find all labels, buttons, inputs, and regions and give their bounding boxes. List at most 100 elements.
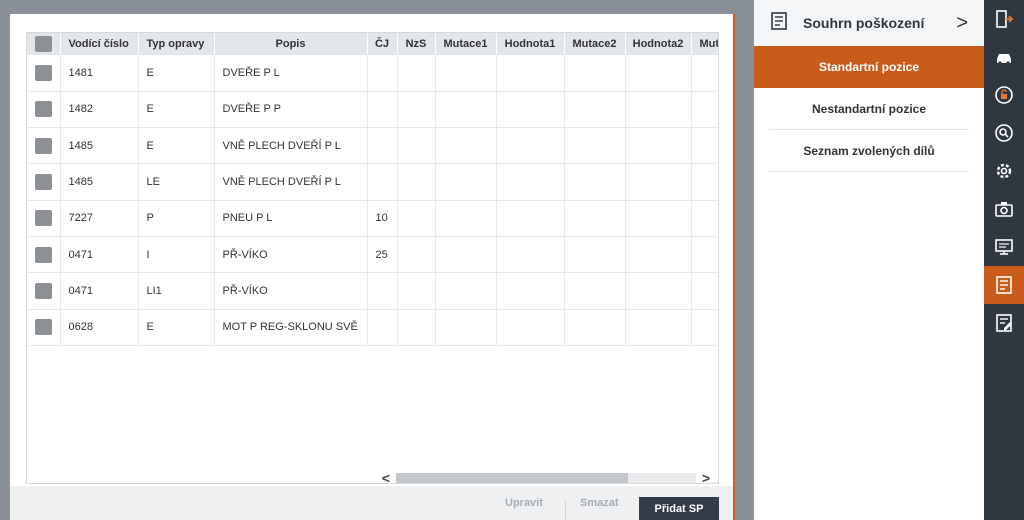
- damage-summary-icon[interactable]: [984, 266, 1024, 304]
- cell-nzs: [397, 272, 436, 310]
- cell-popis: VNĚ PLECH DVEŘÍ P L: [214, 127, 368, 165]
- cell-typ-opravy: I: [138, 236, 215, 274]
- column-header[interactable]: Hodnota1: [496, 33, 565, 55]
- table-row[interactable]: 7227 P PNEU P L 10: [27, 200, 718, 237]
- column-header[interactable]: ČJ: [367, 33, 398, 55]
- edit-button[interactable]: Upravit: [505, 497, 543, 509]
- damage-summary-panel: Souhrn poškození > Standartní pozice Nes…: [754, 0, 984, 520]
- cell-vodici-cislo: 1481: [60, 55, 139, 92]
- cell-vodici-cislo: 0471: [60, 236, 139, 274]
- row-checkbox[interactable]: [27, 272, 61, 310]
- cell-hodnota2: [625, 91, 692, 129]
- column-header[interactable]: Mutace2: [564, 33, 626, 55]
- cell-mutace2: [564, 163, 626, 201]
- column-header[interactable]: Typ opravy: [138, 33, 215, 55]
- cell-nzs: [397, 200, 436, 237]
- cell-nzs: [397, 91, 436, 129]
- table-row[interactable]: 0628 E MOT P REG-SKLONU SVĚ: [27, 309, 718, 346]
- delete-button[interactable]: Smazat: [580, 497, 619, 509]
- cell-cj: [367, 272, 398, 310]
- exit-icon[interactable]: [984, 0, 1024, 38]
- table-header-row: Vodící číslo Typ opravy Popis ČJ NzS Mut…: [27, 33, 718, 55]
- horizontal-scrollbar[interactable]: < >: [376, 469, 718, 483]
- cell-mutace3: [691, 91, 718, 129]
- cell-cj: 25: [367, 236, 398, 274]
- cell-popis: DVEŘE P P: [214, 91, 368, 129]
- cell-typ-opravy: LE: [138, 163, 215, 201]
- camera-icon[interactable]: [984, 190, 1024, 228]
- table-row[interactable]: 1482 E DVEŘE P P: [27, 91, 718, 129]
- table-row[interactable]: 1481 E DVEŘE P L: [27, 55, 718, 92]
- cell-hodnota2: [625, 163, 692, 201]
- column-header[interactable]: Mutace1: [435, 33, 497, 55]
- cell-popis: PŘ-VÍKO: [214, 272, 368, 310]
- row-checkbox[interactable]: [27, 309, 61, 346]
- search-icon[interactable]: [984, 114, 1024, 152]
- cell-mutace2: [564, 236, 626, 274]
- panel-header[interactable]: Souhrn poškození >: [754, 0, 984, 46]
- cell-mutace3: [691, 55, 718, 92]
- cell-popis: DVEŘE P L: [214, 55, 368, 92]
- scroll-left-icon[interactable]: <: [378, 470, 394, 483]
- cell-mutace3: [691, 272, 718, 310]
- row-checkbox[interactable]: [27, 55, 61, 92]
- scroll-thumb[interactable]: [396, 473, 628, 483]
- cell-mutace1: [435, 236, 497, 274]
- scroll-right-icon[interactable]: >: [698, 470, 714, 483]
- menu-item-nonstandard[interactable]: Nestandartní pozice: [754, 88, 984, 130]
- cell-mutace1: [435, 163, 497, 201]
- cell-popis: MOT P REG-SKLONU SVĚ: [214, 309, 368, 346]
- cell-mutace3: [691, 309, 718, 346]
- positions-grid: Vodící číslo Typ opravy Popis ČJ NzS Mut…: [26, 32, 719, 484]
- table-row[interactable]: 1485 E VNĚ PLECH DVEŘÍ P L: [27, 127, 718, 165]
- positions-dialog: Vodící číslo Typ opravy Popis ČJ NzS Mut…: [10, 14, 735, 520]
- cell-hodnota1: [496, 91, 565, 129]
- background-sketch: [734, 300, 754, 500]
- cell-mutace1: [435, 91, 497, 129]
- column-header[interactable]: NzS: [397, 33, 436, 55]
- table-row[interactable]: 1485 LE VNĚ PLECH DVEŘÍ P L: [27, 163, 718, 201]
- column-header[interactable]: Popis: [214, 33, 368, 55]
- cell-nzs: [397, 309, 436, 346]
- table-row[interactable]: 0471 LI1 PŘ-VÍKO: [27, 272, 718, 310]
- chevron-right-icon[interactable]: >: [956, 12, 968, 35]
- select-all-checkbox[interactable]: [27, 33, 61, 55]
- cell-mutace3: [691, 127, 718, 165]
- dialog-footer: Upravit Smazat Přidat SP: [10, 486, 733, 520]
- row-checkbox[interactable]: [27, 236, 61, 274]
- cell-hodnota2: [625, 127, 692, 165]
- cell-typ-opravy: E: [138, 309, 215, 346]
- cell-hodnota1: [496, 127, 565, 165]
- damage-summary-icon: [770, 11, 790, 36]
- cell-cj: 10: [367, 200, 398, 237]
- cell-hodnota1: [496, 55, 565, 92]
- column-header[interactable]: Hodnota2: [625, 33, 692, 55]
- row-checkbox[interactable]: [27, 200, 61, 237]
- monitor-icon[interactable]: [984, 228, 1024, 266]
- menu-item-standard[interactable]: Standartní pozice: [754, 46, 984, 88]
- edit-list-icon[interactable]: [984, 304, 1024, 342]
- cell-cj: [367, 309, 398, 346]
- table-row[interactable]: 0471 I PŘ-VÍKO 25: [27, 236, 718, 274]
- lock-icon[interactable]: [984, 76, 1024, 114]
- menu-item-selected-parts[interactable]: Seznam zvolených dílů: [754, 130, 984, 172]
- row-checkbox[interactable]: [27, 91, 61, 129]
- cell-mutace2: [564, 309, 626, 346]
- cell-hodnota1: [496, 309, 565, 346]
- cell-vodici-cislo: 1485: [60, 163, 139, 201]
- cell-mutace2: [564, 200, 626, 237]
- cell-hodnota2: [625, 272, 692, 310]
- car-icon[interactable]: [984, 38, 1024, 76]
- gear-icon[interactable]: [984, 152, 1024, 190]
- cell-nzs: [397, 236, 436, 274]
- cell-popis: PŘ-VÍKO: [214, 236, 368, 274]
- column-header[interactable]: Mut: [691, 33, 718, 55]
- row-checkbox[interactable]: [27, 163, 61, 201]
- row-checkbox[interactable]: [27, 127, 61, 165]
- cell-typ-opravy: P: [138, 200, 215, 237]
- cell-mutace2: [564, 272, 626, 310]
- cell-hodnota1: [496, 163, 565, 201]
- column-header[interactable]: Vodící číslo: [60, 33, 139, 55]
- add-sp-button[interactable]: Přidat SP: [639, 497, 719, 520]
- cell-cj: [367, 91, 398, 129]
